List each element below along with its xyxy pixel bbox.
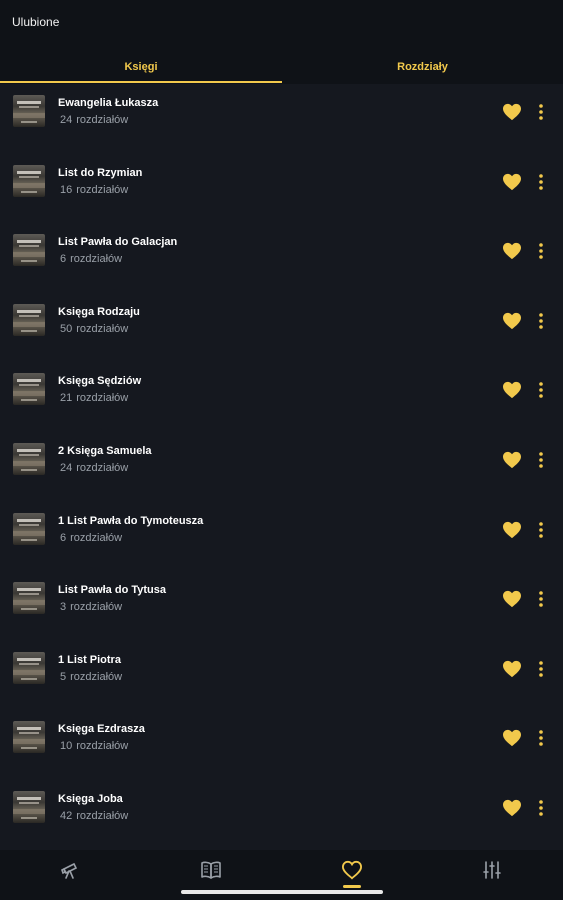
book-cover-thumbnail [13,95,45,127]
more-options-icon[interactable] [531,589,551,609]
chapter-count: 24 rozdziałów [60,114,129,126]
chapter-count: 24 rozdziałów [60,462,129,474]
chapter-count: 42 rozdziałów [60,810,129,822]
heart-icon[interactable] [502,660,522,678]
list-item[interactable]: 2 Księga Samuela 24 rozdziałów [0,432,563,502]
heart-icon [341,860,363,880]
list-item[interactable]: Księga Ezdrasza 10 rozdziałów [0,710,563,780]
list-item[interactable]: Księga Rodzaju 50 rozdziałów [0,293,563,363]
book-title: 1 List Pawła do Tymoteusza [58,514,204,527]
book-icon [201,861,221,879]
book-cover-thumbnail [13,373,45,406]
book-cover-thumbnail [13,721,45,754]
list-item[interactable]: Księga Joba 42 rozdziałów [0,780,563,850]
book-cover-thumbnail [13,164,45,197]
book-title: List Pawła do Tytusa [58,584,166,597]
more-options-icon[interactable] [531,380,551,400]
heart-icon[interactable] [502,312,522,330]
tab-bar: Księgi Rozdziały [0,50,563,84]
chapter-count: 3 rozdziałów [60,601,123,614]
heart-icon[interactable] [502,173,522,191]
more-options-icon[interactable] [531,728,551,748]
book-title: Księga Sędziów [58,375,142,388]
nav-explore[interactable] [0,850,140,890]
active-tab-indicator [0,81,282,83]
list-item[interactable]: List do Rzymian 16 rozdziałów [0,154,563,224]
tab-chapters[interactable]: Rozdziały [282,50,563,84]
tab-books[interactable]: Księgi [0,50,282,84]
nav-favorites[interactable] [282,850,422,890]
book-cover-thumbnail [13,791,45,823]
more-options-icon[interactable] [531,450,551,470]
heart-icon[interactable] [502,590,522,608]
heart-icon[interactable] [502,729,522,747]
chapter-count: 5 rozdziałów [60,670,123,683]
more-options-icon[interactable] [531,311,551,331]
book-cover-thumbnail [13,443,45,475]
home-indicator[interactable] [181,890,383,894]
chapter-count: 6 rozdziałów [60,531,123,544]
heart-icon[interactable] [502,799,522,817]
book-cover-thumbnail [13,303,45,336]
list-item[interactable]: 1 List Piotra 5 rozdziałów [0,641,563,711]
chapter-count: 21 rozdziałów [60,392,129,405]
list-item[interactable]: Księga Sędziów 21 rozdziałów [0,362,563,432]
chapter-count: 10 rozdziałów [60,740,129,753]
heart-icon[interactable] [502,521,522,539]
favorites-list: Ewangelia Łukasza 24 rozdziałów List do R… [0,84,563,850]
book-title: 2 Księga Samuela [58,445,152,457]
heart-icon[interactable] [502,381,522,399]
chapter-count: 50 rozdziałów [60,322,129,335]
more-options-icon[interactable] [531,102,551,122]
nav-read[interactable] [141,850,281,890]
list-item[interactable]: Ewangelia Łukasza 24 rozdziałów [0,84,563,154]
book-cover-thumbnail [13,582,45,615]
telescope-icon [61,862,78,879]
book-title: Księga Joba [58,793,123,805]
more-options-icon[interactable] [531,798,551,818]
app-bar: Ulubione Księgi Rozdziały [0,0,563,84]
more-options-icon[interactable] [531,172,551,192]
book-title: Ewangelia Łukasza [58,97,159,109]
heart-icon[interactable] [502,103,522,121]
book-title: List do Rzymian [58,166,143,179]
page-title: Ulubione [12,15,60,29]
heart-icon[interactable] [502,451,522,469]
list-item[interactable]: 1 List Pawła do Tymoteusza 6 rozdziałów [0,502,563,572]
chapter-count: 6 rozdziałów [60,253,123,266]
more-options-icon[interactable] [531,241,551,261]
book-cover-thumbnail [13,512,45,545]
active-nav-indicator [343,885,361,888]
book-title: List Pawła do Galacjan [58,236,178,249]
heart-icon[interactable] [502,242,522,260]
more-options-icon[interactable] [531,659,551,679]
book-title: 1 List Piotra [58,653,121,666]
list-item[interactable]: List Pawła do Galacjan 6 rozdziałów [0,223,563,293]
nav-settings[interactable] [422,850,562,890]
chapter-count: 16 rozdziałów [60,183,129,196]
book-title: Księga Ezdrasza [58,723,145,736]
list-item[interactable]: List Pawła do Tytusa 3 rozdziałów [0,571,563,641]
sliders-icon [483,861,501,879]
book-cover-thumbnail [13,651,45,684]
more-options-icon[interactable] [531,520,551,540]
book-title: Księga Rodzaju [58,305,140,318]
book-cover-thumbnail [13,234,45,267]
